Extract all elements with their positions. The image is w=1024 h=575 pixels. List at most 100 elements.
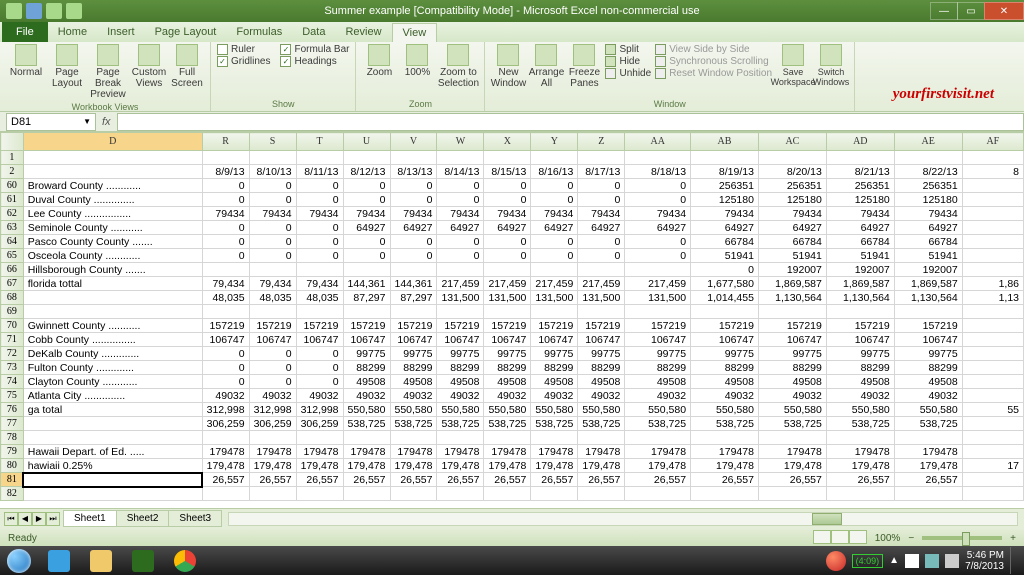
cell[interactable] <box>437 431 484 445</box>
cell[interactable]: 106747 <box>249 333 296 347</box>
view-mode-buttons[interactable] <box>813 530 867 547</box>
cell[interactable] <box>531 487 578 501</box>
cell[interactable]: 157219 <box>531 319 578 333</box>
column-header[interactable]: T <box>296 133 343 151</box>
cell[interactable]: 99775 <box>691 347 759 361</box>
cell[interactable] <box>962 473 1023 487</box>
cell[interactable]: ga total <box>23 403 202 417</box>
row-header[interactable]: 70 <box>1 319 24 333</box>
cell[interactable]: 179478 <box>531 445 578 459</box>
cell[interactable] <box>758 305 826 319</box>
cell[interactable]: 131,500 <box>578 291 625 305</box>
gridlines-checkbox[interactable]: ✓Gridlines <box>217 56 270 67</box>
row-header[interactable]: 81 <box>1 473 24 487</box>
page-layout-button[interactable]: Page Layout <box>50 44 84 89</box>
cell[interactable]: 550,580 <box>894 403 962 417</box>
cell[interactable]: 0 <box>296 347 343 361</box>
cell[interactable] <box>691 487 759 501</box>
cell[interactable] <box>23 431 202 445</box>
cell[interactable]: florida tottal <box>23 277 202 291</box>
cell[interactable] <box>578 263 625 277</box>
cell[interactable]: 179,478 <box>625 459 691 473</box>
cell[interactable]: 64927 <box>484 221 531 235</box>
cell[interactable]: 99775 <box>531 347 578 361</box>
cell[interactable] <box>962 417 1023 431</box>
cell[interactable]: 106747 <box>826 333 894 347</box>
cell[interactable]: 55 <box>962 403 1023 417</box>
cell[interactable]: 49032 <box>202 389 249 403</box>
cell[interactable]: 8/20/13 <box>758 165 826 179</box>
cell[interactable]: 88299 <box>390 361 437 375</box>
cell[interactable]: 64927 <box>578 221 625 235</box>
cell[interactable] <box>962 179 1023 193</box>
cell[interactable]: 0 <box>484 193 531 207</box>
cell[interactable]: 256351 <box>758 179 826 193</box>
cell[interactable] <box>202 431 249 445</box>
cell[interactable] <box>691 151 759 165</box>
cell[interactable]: 79434 <box>826 207 894 221</box>
cell[interactable]: 157219 <box>437 319 484 333</box>
row-header[interactable]: 2 <box>1 165 24 179</box>
cell[interactable]: 26,557 <box>296 473 343 487</box>
cell[interactable] <box>962 431 1023 445</box>
cell[interactable]: 8/17/13 <box>578 165 625 179</box>
cell[interactable] <box>894 151 962 165</box>
cell[interactable] <box>578 151 625 165</box>
cell[interactable]: 26,557 <box>894 473 962 487</box>
cell[interactable]: 49508 <box>531 375 578 389</box>
column-header[interactable]: Z <box>578 133 625 151</box>
ribbon-tab-page-layout[interactable]: Page Layout <box>145 23 227 42</box>
cell[interactable] <box>343 263 390 277</box>
cell[interactable]: 8/18/13 <box>625 165 691 179</box>
cell[interactable]: 64927 <box>894 221 962 235</box>
cell[interactable]: 49508 <box>437 375 484 389</box>
cell[interactable]: 49508 <box>484 375 531 389</box>
column-header[interactable]: D <box>23 133 202 151</box>
cell[interactable]: 0 <box>691 263 759 277</box>
cell[interactable]: 125180 <box>758 193 826 207</box>
cell[interactable]: 0 <box>296 221 343 235</box>
cell[interactable]: 49508 <box>894 375 962 389</box>
cell[interactable]: 49032 <box>531 389 578 403</box>
cell[interactable]: 79434 <box>625 207 691 221</box>
arrange-all-button[interactable]: Arrange All <box>529 44 563 89</box>
cell[interactable]: 8/21/13 <box>826 165 894 179</box>
chevron-down-icon[interactable]: ▼ <box>83 117 91 126</box>
row-header[interactable]: 74 <box>1 375 24 389</box>
formula-bar-checkbox[interactable]: ✓Formula Bar <box>280 44 349 55</box>
cell[interactable]: 79,434 <box>296 277 343 291</box>
new-window-button[interactable]: New Window <box>491 44 525 89</box>
ribbon-tab-view[interactable]: View <box>392 23 438 42</box>
cell[interactable]: 550,580 <box>437 403 484 417</box>
spreadsheet-grid[interactable]: DRSTUVWXYZAAABACADAEAF128/9/138/10/138/1… <box>0 132 1024 508</box>
cell[interactable]: 538,725 <box>826 417 894 431</box>
cell[interactable]: 99775 <box>894 347 962 361</box>
cell[interactable]: 88299 <box>691 361 759 375</box>
cell[interactable]: 99775 <box>484 347 531 361</box>
sheet-tab[interactable]: Sheet2 <box>116 510 170 527</box>
cell[interactable]: 179478 <box>202 445 249 459</box>
cell[interactable]: 8/9/13 <box>202 165 249 179</box>
cell[interactable]: 106747 <box>531 333 578 347</box>
cell[interactable] <box>484 151 531 165</box>
split-button[interactable]: Split <box>605 44 651 55</box>
cell[interactable] <box>484 487 531 501</box>
cell[interactable] <box>531 151 578 165</box>
cell[interactable]: 144,361 <box>390 277 437 291</box>
taskbar-excel[interactable] <box>123 547 163 574</box>
column-header[interactable]: AC <box>758 133 826 151</box>
cell[interactable]: 217,459 <box>531 277 578 291</box>
cell[interactable]: Hillsborough County ....... <box>23 263 202 277</box>
cell[interactable]: 99775 <box>625 347 691 361</box>
cell[interactable]: 179478 <box>578 445 625 459</box>
fx-icon[interactable]: fx <box>102 116 111 128</box>
cell[interactable]: 0 <box>625 235 691 249</box>
column-header[interactable]: AE <box>894 133 962 151</box>
cell[interactable]: 550,580 <box>625 403 691 417</box>
save-icon[interactable] <box>26 3 42 19</box>
ribbon-tab-review[interactable]: Review <box>335 23 391 42</box>
cell[interactable]: 179478 <box>894 445 962 459</box>
network-icon[interactable] <box>925 554 939 568</box>
cell[interactable]: Lee County ................ <box>23 207 202 221</box>
cell[interactable]: 550,580 <box>484 403 531 417</box>
